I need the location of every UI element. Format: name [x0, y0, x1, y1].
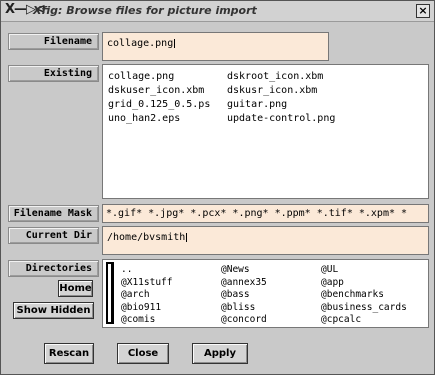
- directory-item[interactable]: ..: [121, 264, 221, 277]
- directory-item[interactable]: @comis: [121, 314, 221, 327]
- directory-item[interactable]: @bio911: [121, 302, 221, 315]
- directory-item[interactable]: @benchmarks: [321, 289, 428, 302]
- file-item[interactable]: dskroot_icon.xbm: [227, 70, 346, 83]
- file-item[interactable]: guitar.png: [227, 98, 346, 111]
- file-item[interactable]: dskuser_icon.xbm: [108, 84, 227, 97]
- current-dir-label: Current Dir: [8, 227, 99, 244]
- file-item[interactable]: dskusr_icon.xbm: [227, 84, 346, 97]
- directory-item[interactable]: @bass: [221, 289, 321, 302]
- current-dir-value: /home/bvsmith: [107, 232, 186, 243]
- filename-value: collage.png: [107, 38, 174, 49]
- close-window-icon[interactable]: ×: [416, 4, 430, 18]
- apply-button[interactable]: Apply: [192, 343, 248, 364]
- directories-label: Directories: [8, 260, 99, 277]
- filename-input[interactable]: collage.png: [102, 32, 329, 61]
- directory-item[interactable]: @X11stuff: [121, 277, 221, 290]
- file-browser-window: X—▷⊲ Xfig: Browse files for picture impo…: [0, 0, 435, 375]
- file-item[interactable]: grid_0.125_0.5.ps: [108, 98, 227, 111]
- directory-item[interactable]: @annex35: [221, 277, 321, 290]
- text-cursor: [174, 39, 179, 48]
- directory-item[interactable]: @cpcalc: [321, 314, 428, 327]
- text-cursor: [186, 233, 191, 242]
- directories-grid: .. @News @UL @X11stuff @annex35 @app @arch @bas…: [121, 264, 428, 327]
- home-button[interactable]: Home: [58, 280, 93, 297]
- directory-item[interactable]: @UL: [321, 264, 428, 277]
- directory-item[interactable]: @arch: [121, 289, 221, 302]
- file-item[interactable]: update-control.png: [227, 112, 346, 125]
- close-button[interactable]: Close: [117, 343, 169, 364]
- file-item[interactable]: uno_han2.eps: [108, 112, 227, 125]
- directory-item[interactable]: @app: [321, 277, 428, 290]
- show-hidden-button[interactable]: Show Hidden: [13, 302, 94, 319]
- existing-files-list[interactable]: collage.png dskroot_icon.xbm dskuser_icon.…: [102, 64, 429, 199]
- directory-item[interactable]: @business_cards: [321, 302, 428, 315]
- directory-item[interactable]: @concord: [221, 314, 321, 327]
- existing-label: Existing: [8, 65, 99, 82]
- directory-item[interactable]: @News: [221, 264, 321, 277]
- existing-files-grid: collage.png dskroot_icon.xbm dskuser_icon.…: [108, 70, 346, 125]
- rescan-button[interactable]: Rescan: [44, 343, 94, 364]
- filename-mask-input[interactable]: *.gif* *.jpg* *.pcx* *.png* *.ppm* *.tif…: [102, 204, 429, 223]
- directories-list[interactable]: .. @News @UL @X11stuff @annex35 @app @arch @bas…: [102, 259, 429, 328]
- directories-scrollbar[interactable]: [106, 262, 114, 324]
- current-dir-input[interactable]: /home/bvsmith: [102, 226, 429, 255]
- filename-label: Filename: [8, 33, 99, 50]
- directory-item[interactable]: @bliss: [221, 302, 321, 315]
- file-item[interactable]: collage.png: [108, 70, 227, 83]
- title-bar[interactable]: X—▷⊲ Xfig: Browse files for picture impo…: [1, 1, 434, 22]
- window-title: Xfig: Browse files for picture import: [33, 4, 257, 17]
- filename-mask-label: Filename Mask: [8, 205, 99, 222]
